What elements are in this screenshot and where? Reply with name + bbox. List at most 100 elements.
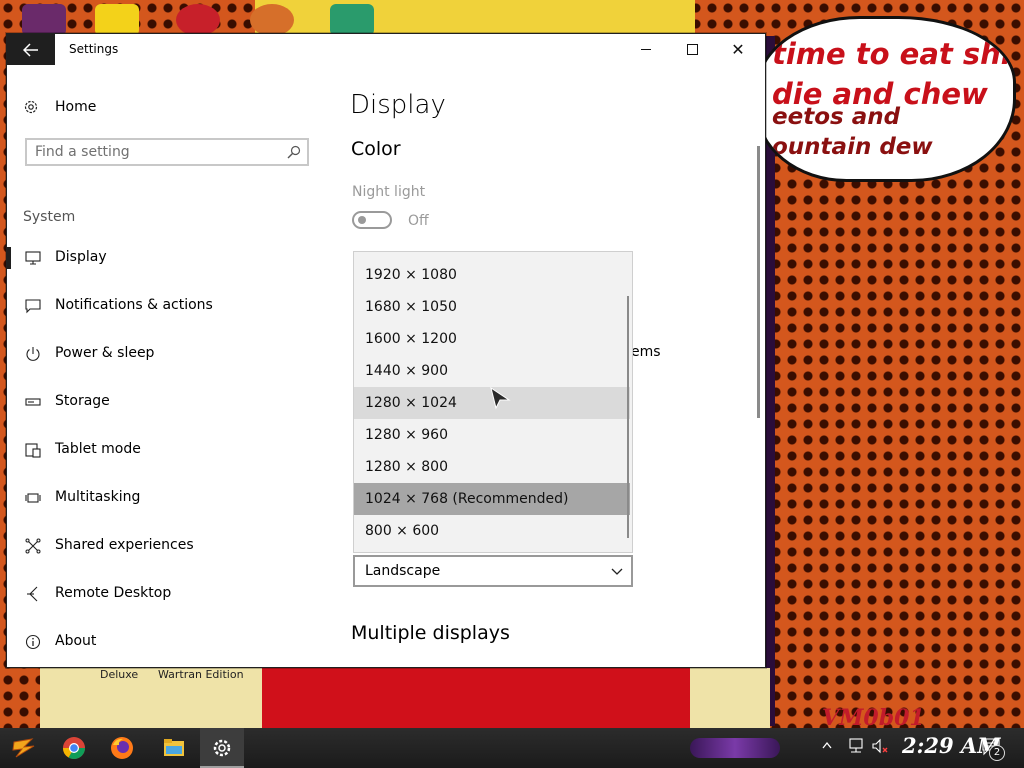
- desktop-app-icon[interactable]: [176, 4, 220, 36]
- share-icon: [25, 538, 41, 554]
- multiple-displays-heading: Multiple displays: [351, 622, 510, 644]
- sidebar-item-label: Display: [55, 249, 107, 265]
- back-button[interactable]: [7, 34, 55, 65]
- desktop-app-icon[interactable]: [250, 4, 294, 36]
- resolution-option[interactable]: 1680 × 1050: [354, 291, 630, 323]
- chevron-down-icon: [611, 568, 623, 575]
- wallpaper-cartoon-bottom-right: [690, 668, 770, 734]
- minimize-button[interactable]: [623, 34, 669, 65]
- chevron-up-icon: [822, 741, 832, 749]
- gear-icon: [24, 100, 38, 114]
- resolution-option[interactable]: 800 × 600: [354, 515, 630, 547]
- bubble-line: eetos and: [772, 104, 901, 130]
- settings-taskbar-button[interactable]: [200, 728, 244, 768]
- sidebar-item-label: Multitasking: [55, 489, 141, 505]
- night-light-state: Off: [408, 213, 429, 229]
- monitor-icon: [25, 251, 41, 265]
- sidebar-item-multitasking[interactable]: Multitasking: [7, 478, 317, 518]
- close-button[interactable]: ✕: [715, 34, 761, 65]
- sidebar-item-display[interactable]: Display: [7, 238, 317, 278]
- sidebar-item-shared-experiences[interactable]: Shared experiences: [7, 526, 317, 566]
- sidebar-item-remote-desktop[interactable]: Remote Desktop: [7, 574, 317, 614]
- close-icon: ✕: [731, 39, 745, 59]
- sidebar-item-label: About: [55, 633, 97, 649]
- taskbar-clock[interactable]: 2:29 AM: [902, 733, 1000, 758]
- sidebar-item-label: Shared experiences: [55, 537, 194, 553]
- search-icon: [287, 145, 301, 159]
- bubble-line: time to eat shit: [772, 37, 1016, 71]
- resolution-option[interactable]: 1920 × 1080: [354, 259, 630, 291]
- network-icon: [849, 738, 863, 753]
- mouse-cursor-icon: [490, 386, 511, 410]
- title-bar[interactable]: Settings ✕: [7, 34, 765, 65]
- bubble-line: ountain dew: [772, 134, 933, 160]
- folder-icon: [164, 739, 184, 756]
- night-light-toggle[interactable]: [352, 211, 392, 229]
- sidebar-item-label: Tablet mode: [55, 441, 141, 457]
- resolution-option[interactable]: 1440 × 900: [354, 355, 630, 387]
- desktop-app-icon[interactable]: [22, 4, 66, 36]
- wallpaper-caption: Wartran Edition: [158, 668, 244, 681]
- page-scrollbar[interactable]: [757, 146, 760, 418]
- start-logo-icon: [12, 738, 35, 758]
- toggle-knob: [358, 216, 366, 224]
- maximize-icon: [686, 44, 698, 55]
- sidebar-item-label: Power & sleep: [55, 345, 155, 361]
- wallpaper-speech-bubble: time to eat shit die and chew eetos and …: [755, 16, 1016, 182]
- arrow-left-icon: [23, 42, 38, 57]
- drive-icon: [25, 398, 41, 406]
- wallpaper-cartoon-bottom-red: [262, 668, 692, 734]
- maximize-button[interactable]: [669, 34, 715, 65]
- power-icon: [26, 347, 40, 361]
- start-button[interactable]: [2, 728, 46, 768]
- search-box[interactable]: [25, 138, 309, 166]
- sidebar-item-label: Remote Desktop: [55, 585, 172, 601]
- info-icon: [25, 634, 41, 650]
- wallpaper-cartoon-top: [255, 0, 695, 36]
- desktop-app-icon[interactable]: [95, 4, 139, 36]
- orientation-value: Landscape: [365, 563, 441, 579]
- tray-chevron-icon[interactable]: [822, 738, 832, 752]
- file-explorer-button[interactable]: [152, 728, 196, 768]
- speaker-mute-icon: [872, 738, 888, 754]
- gear-icon: [213, 739, 231, 757]
- resolution-option[interactable]: 1600 × 1200: [354, 323, 630, 355]
- resolution-option[interactable]: 1280 × 800: [354, 451, 630, 483]
- network-icon[interactable]: [847, 738, 865, 757]
- sidebar-item-power[interactable]: Power & sleep: [7, 334, 317, 374]
- sidebar-item-label: Storage: [55, 393, 110, 409]
- message-icon: [25, 299, 41, 314]
- resolution-option[interactable]: 1280 × 960: [354, 419, 630, 451]
- dropdown-scrollbar[interactable]: [627, 296, 629, 538]
- nav-home-label: Home: [55, 99, 97, 115]
- taskbar-decoration: [690, 738, 780, 758]
- resolution-option-selected[interactable]: 1024 × 768 (Recommended): [354, 483, 630, 515]
- orientation-dropdown[interactable]: Landscape: [353, 555, 633, 587]
- nav-home[interactable]: Home: [23, 96, 96, 118]
- sidebar-item-storage[interactable]: Storage: [7, 382, 317, 422]
- wallpaper-caption: Deluxe: [100, 668, 139, 681]
- remote-icon: [27, 586, 38, 602]
- partial-setting-text: ems: [631, 344, 661, 360]
- chrome-button[interactable]: [52, 728, 96, 768]
- firefox-icon: [111, 737, 133, 759]
- desktop-app-icon[interactable]: [330, 4, 374, 36]
- sidebar-item-tablet-mode[interactable]: Tablet mode: [7, 430, 317, 470]
- taskbar: [0, 728, 1024, 768]
- search-input[interactable]: [35, 143, 275, 161]
- night-light-label: Night light: [352, 184, 426, 200]
- tablet-icon: [25, 443, 41, 458]
- notification-count-badge: 2: [989, 745, 1005, 761]
- selection-indicator: [7, 247, 11, 269]
- sidebar-item-about[interactable]: About: [7, 622, 317, 662]
- chrome-icon: [63, 737, 85, 759]
- multitask-icon: [25, 493, 41, 503]
- sidebar-item-label: Notifications & actions: [55, 297, 213, 313]
- firefox-button[interactable]: [100, 728, 144, 768]
- settings-window: Settings ✕ Home System Display: [6, 33, 766, 668]
- page-title: Display: [350, 90, 446, 120]
- sidebar-item-notifications[interactable]: Notifications & actions: [7, 286, 317, 326]
- window-title: Settings: [69, 42, 119, 56]
- color-heading: Color: [351, 138, 401, 160]
- volume-muted-icon[interactable]: [871, 738, 889, 757]
